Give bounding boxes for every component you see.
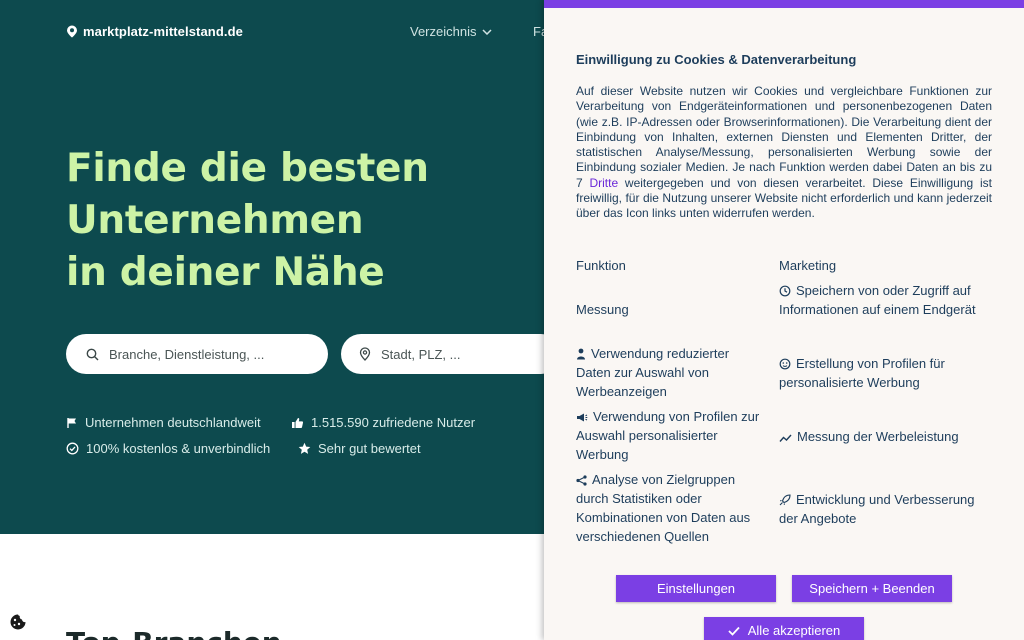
search-where-input[interactable] — [381, 346, 561, 362]
save-and-close-button-label: Speichern + Beenden — [809, 581, 935, 596]
nav-verzeichnis-label: Verzeichnis — [410, 24, 477, 39]
purpose-funktion: Funktion — [576, 258, 626, 273]
purpose-development: Entwicklung und Verbesserung der Angebot… — [779, 490, 979, 528]
feature-label: 100% kostenlos & unverbindlich — [86, 441, 271, 456]
purpose-device-storage-label: Speichern von oder Zugriff auf Informati… — [779, 283, 976, 317]
chevron-down-icon — [482, 28, 493, 35]
purpose-ad-performance-label: Messung der Werbeleistung — [797, 429, 959, 444]
accept-all-button-label: Alle akzeptieren — [747, 623, 841, 638]
purpose-messung: Messung — [576, 302, 629, 317]
third-parties-link[interactable]: Dritte — [589, 176, 618, 190]
accept-all-button[interactable]: Alle akzeptieren — [704, 617, 864, 640]
site-logo[interactable]: marktplatz-mittelstand.de — [66, 24, 243, 39]
rocket-icon — [779, 494, 791, 506]
settings-button[interactable]: Einstellungen — [616, 575, 776, 602]
consent-text-part-1: Auf dieser Website nutzen wir Cookies un… — [576, 84, 992, 190]
purpose-profile-use-label: Verwendung von Profilen zur Auswahl pers… — [576, 409, 760, 462]
thumbs-up-icon — [292, 417, 304, 428]
consent-text-part-2: weitergegeben und von diesen verarbeitet… — [576, 175, 992, 221]
face-icon — [779, 358, 791, 370]
save-and-close-button[interactable]: Speichern + Beenden — [792, 575, 952, 602]
purpose-ad-performance: Messung der Werbeleistung — [779, 427, 979, 446]
feature-item: Unternehmen deutschlandweit — [66, 415, 261, 430]
feature-item: 100% kostenlos & unverbindlich — [66, 441, 270, 456]
feature-label: Sehr gut bewertet — [318, 441, 421, 456]
cookie-icon — [10, 614, 26, 630]
purpose-development-label: Entwicklung und Verbesserung der Angebot… — [779, 492, 975, 526]
cookie-consent-dialog: Einwilligung zu Cookies & Datenverarbeit… — [544, 0, 1024, 640]
search-what-field[interactable] — [66, 334, 328, 374]
trend-line-icon — [779, 434, 792, 442]
purpose-device-storage: Speichern von oder Zugriff auf Informati… — [779, 281, 979, 319]
consent-title: Einwilligung zu Cookies & Datenverarbeit… — [576, 52, 857, 67]
clock-icon — [779, 285, 791, 297]
search-icon — [86, 348, 99, 360]
purpose-audience-analysis: Analyse von Zielgruppen durch Statistike… — [576, 470, 766, 546]
feature-item: Sehr gut bewertet — [298, 441, 421, 456]
purpose-profile-creation: Erstellung von Profilen für personalisie… — [779, 354, 979, 392]
dialog-accent-bar — [544, 0, 1024, 8]
star-icon — [298, 442, 311, 454]
share-icon — [576, 475, 587, 486]
purpose-profile-creation-label: Erstellung von Profilen für personalisie… — [779, 356, 945, 390]
purpose-profile-use: Verwendung von Profilen zur Auswahl pers… — [576, 407, 766, 464]
megaphone-icon — [577, 413, 588, 422]
purpose-reduced-data-label: Verwendung reduzierter Daten zur Auswahl… — [576, 346, 730, 399]
settings-button-label: Einstellungen — [656, 581, 736, 596]
cookie-settings-button[interactable] — [6, 610, 30, 634]
check-circle-icon — [66, 442, 79, 455]
headline-line-2: Unternehmen — [66, 198, 364, 243]
nav-verzeichnis[interactable]: Verzeichnis — [410, 24, 493, 39]
headline-line-1: Finde die besten — [66, 146, 429, 191]
hero-headline: Finde die besten Unternehmen in deiner N… — [66, 143, 536, 299]
user-icon — [577, 348, 585, 360]
search-what-input[interactable] — [109, 346, 289, 362]
purpose-marketing: Marketing — [779, 258, 837, 273]
consent-description: Auf dieser Website nutzen wir Cookies un… — [576, 84, 992, 222]
feature-item: 1.515.590 zufriedene Nutzer — [291, 415, 475, 430]
purpose-audience-analysis-label: Analyse von Zielgruppen durch Statistike… — [576, 472, 751, 544]
purpose-reduced-data: Verwendung reduzierter Daten zur Auswahl… — [576, 344, 766, 401]
checkmark-icon — [728, 626, 740, 636]
search-where-field[interactable] — [341, 334, 561, 374]
feature-label: Unternehmen deutschlandweit — [85, 415, 261, 430]
site-logo-text: marktplatz-mittelstand.de — [83, 24, 243, 39]
headline-line-3: in deiner Nähe — [66, 250, 385, 295]
section-title-partial: Top-Branchen — [66, 628, 282, 640]
feature-label: 1.515.590 zufriedene Nutzer — [311, 415, 476, 430]
flag-icon — [67, 417, 76, 428]
location-pin-icon — [359, 347, 371, 361]
location-pin-logo-icon — [67, 25, 77, 38]
